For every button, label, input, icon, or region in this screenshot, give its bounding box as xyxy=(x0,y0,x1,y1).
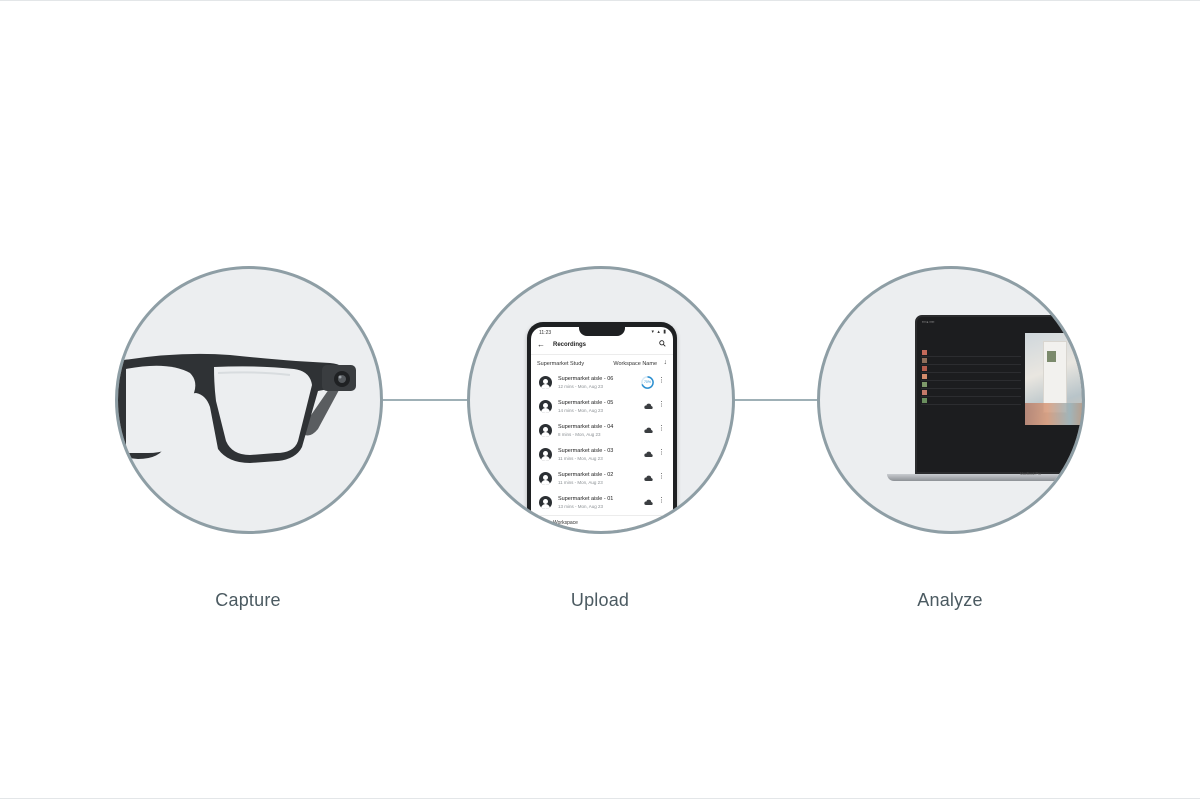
connector-capture-upload xyxy=(383,399,467,401)
recording-meta: 14 mins - Mon, Aug 23 xyxy=(558,408,604,413)
more-vert-icon[interactable]: ⋮ xyxy=(658,449,665,456)
more-vert-icon[interactable]: ⋮ xyxy=(658,425,665,432)
phone-screen: 11:23 ▾ ▴ ▮ ← Recordings Supermarket Stu… xyxy=(531,327,673,531)
video-preview[interactable] xyxy=(1025,333,1082,425)
list-item[interactable]: Supermarket aisle - 03 11 mins - Mon, Au… xyxy=(531,443,673,467)
search-icon[interactable] xyxy=(659,340,666,347)
recording-title: Supermarket aisle - 03 xyxy=(558,448,614,454)
more-vert-icon[interactable]: ⋮ xyxy=(658,401,665,408)
laptop-app-topbar: ▪▪▪ ▸ ▪▪▪▪ xyxy=(922,320,935,324)
recording-title: Supermarket aisle - 01 xyxy=(558,496,614,502)
recording-meta: 8 mins - Mon, Aug 23 xyxy=(558,432,601,437)
study-name: Supermarket Study xyxy=(537,361,585,367)
recording-meta: 11 mins - Mon, Aug 23 xyxy=(558,456,603,461)
workspace-footer[interactable]: Workspace xyxy=(531,515,673,526)
upload-step-circle: 11:23 ▾ ▴ ▮ ← Recordings Supermarket Stu… xyxy=(467,266,735,534)
list-item[interactable]: Supermarket aisle - 01 13 mins - Mon, Au… xyxy=(531,491,673,515)
avatar xyxy=(539,424,552,437)
recordings-list: Supermarket aisle - 06 12 mins - Mon, Au… xyxy=(531,371,673,515)
table-row[interactable] xyxy=(921,373,1021,381)
video-scene-sign xyxy=(1047,351,1056,362)
avatar xyxy=(539,400,552,413)
table-row[interactable] xyxy=(921,365,1021,373)
laptop-screen: ▪▪▪ ▸ ▪▪▪▪ xyxy=(915,315,1082,474)
laptop-brand: MacBook Pro xyxy=(1020,472,1042,476)
cloud-done-icon xyxy=(644,475,653,481)
table-row[interactable] xyxy=(921,397,1021,405)
connector-upload-analyze xyxy=(733,399,817,401)
study-subheader: Supermarket Study Workspace Name ↓ xyxy=(531,355,673,371)
list-item[interactable]: Supermarket aisle - 02 11 mins - Mon, Au… xyxy=(531,467,673,491)
cloud-done-icon xyxy=(644,451,653,457)
analyze-step-circle: ▪▪▪ ▸ ▪▪▪▪ MacBook Pro xyxy=(817,266,1085,534)
avatar xyxy=(539,496,552,509)
arrow-down-icon[interactable]: ↓ xyxy=(664,359,668,366)
cloud-done-icon xyxy=(644,403,653,409)
avatar xyxy=(539,376,552,389)
cloud-done-icon xyxy=(644,499,653,505)
recording-meta: 13 mins - Mon, Aug 23 xyxy=(558,504,604,509)
more-vert-icon[interactable]: ⋮ xyxy=(658,497,665,504)
more-vert-icon[interactable]: ⋮ xyxy=(658,473,665,480)
avatar xyxy=(539,472,552,485)
upload-label: Upload xyxy=(570,590,630,610)
capture-step-circle xyxy=(115,266,383,534)
capture-label: Capture xyxy=(215,590,281,610)
phone-device: 11:23 ▾ ▴ ▮ ← Recordings Supermarket Stu… xyxy=(527,322,677,531)
list-item[interactable]: Supermarket aisle - 04 8 mins - Mon, Aug… xyxy=(531,419,673,443)
list-item[interactable]: Supermarket aisle - 05 14 mins - Mon, Au… xyxy=(531,395,673,419)
avatar xyxy=(539,448,552,461)
app-title: Recordings xyxy=(553,342,587,348)
cloud-done-icon xyxy=(644,427,653,433)
bottom-divider xyxy=(0,798,1200,799)
analyze-label: Analyze xyxy=(917,590,983,610)
status-time: 11:23 xyxy=(539,330,552,336)
laptop-base xyxy=(887,474,1082,481)
workspace-name[interactable]: Workspace Name xyxy=(613,361,657,367)
top-divider xyxy=(0,0,1200,1)
status-icons: ▾ ▴ ▮ xyxy=(651,329,667,335)
table-row[interactable] xyxy=(921,381,1021,389)
recording-title: Supermarket aisle - 06 xyxy=(558,376,614,382)
more-vert-icon[interactable]: ⋮ xyxy=(658,377,665,384)
recording-meta: 12 mins - Mon, Aug 23 xyxy=(558,384,604,389)
app-bar: ← Recordings xyxy=(531,337,673,355)
recording-meta: 11 mins - Mon, Aug 23 xyxy=(558,480,603,485)
recording-title: Supermarket aisle - 05 xyxy=(558,400,614,406)
list-item[interactable]: Supermarket aisle - 06 12 mins - Mon, Au… xyxy=(531,371,673,395)
video-scene-floor xyxy=(1025,403,1082,425)
upload-progress-text: 70% xyxy=(643,380,651,384)
status-bar: 11:23 ▾ ▴ ▮ xyxy=(531,327,673,337)
table-row[interactable] xyxy=(921,357,1021,365)
table-row[interactable] xyxy=(921,349,1021,357)
back-arrow-icon[interactable]: ← xyxy=(537,340,545,349)
eyeglasses-camera-icon xyxy=(118,353,356,463)
table-row[interactable] xyxy=(921,389,1021,397)
recording-title: Supermarket aisle - 04 xyxy=(558,424,614,430)
recording-title: Supermarket aisle - 02 xyxy=(558,472,614,478)
